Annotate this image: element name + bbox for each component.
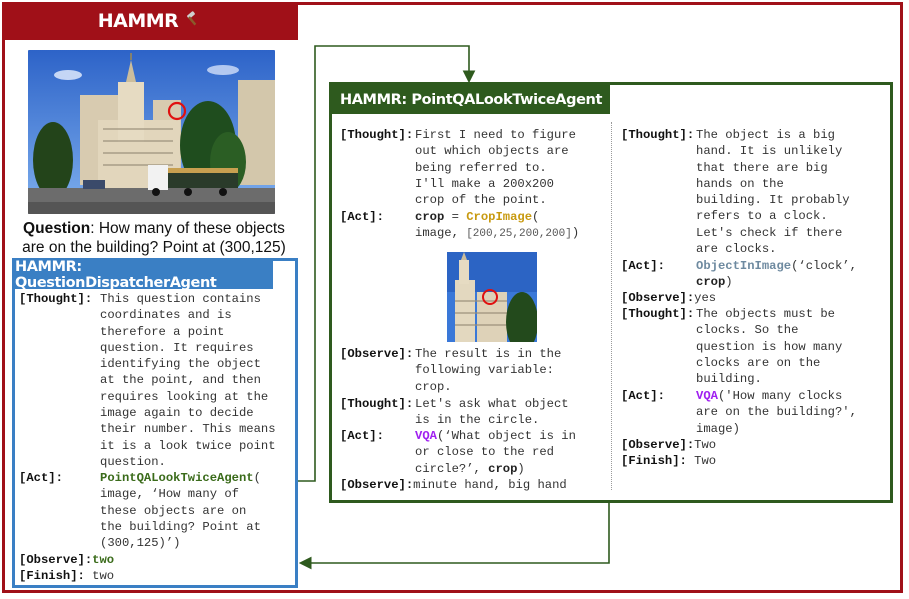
flow-arrows <box>298 45 610 570</box>
dispatch-arrow <box>298 45 476 482</box>
return-arrow <box>298 503 610 570</box>
